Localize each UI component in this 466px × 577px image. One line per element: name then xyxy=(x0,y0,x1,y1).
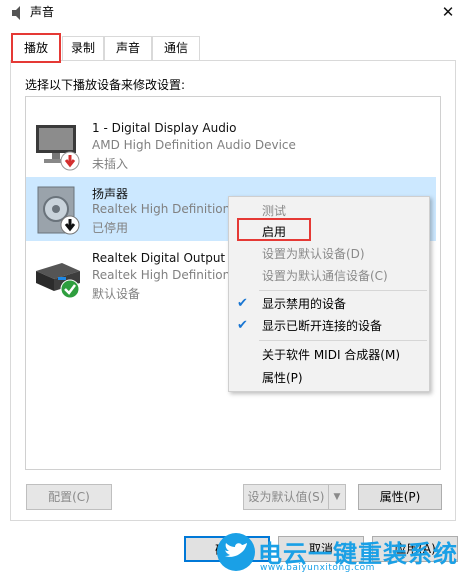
unplugged-arrow-icon xyxy=(60,151,80,171)
device-name: Realtek Digital Output xyxy=(92,251,226,265)
close-button[interactable]: ✕ xyxy=(430,0,466,24)
speaker-app-icon xyxy=(10,5,24,21)
tab-playback[interactable]: 播放 xyxy=(11,33,61,63)
menu-item-set-default-device[interactable]: 设置为默认设备(D) xyxy=(230,243,428,265)
menu-item-properties[interactable]: 属性(P) xyxy=(230,367,428,389)
set-default-button[interactable]: 设为默认值(S) xyxy=(243,484,329,510)
window-title: 声音 xyxy=(30,5,55,19)
menu-item-show-disabled[interactable]: ✔ 显示禁用的设备 xyxy=(230,293,428,315)
bird-logo-icon xyxy=(217,533,255,571)
instruction-text: 选择以下播放设备来修改设置: xyxy=(25,78,186,92)
menu-separator xyxy=(259,290,427,291)
close-icon: ✕ xyxy=(441,3,455,21)
device-description: AMD High Definition Audio Device xyxy=(92,138,296,152)
device-status: 未插入 xyxy=(92,157,129,171)
checkmark-icon: ✔ xyxy=(237,296,248,311)
properties-button[interactable]: 属性(P) xyxy=(358,484,442,510)
device-item-digital-display[interactable]: 1 - Digital Display Audio AMD High Defin… xyxy=(26,113,440,177)
device-status: 默认设备 xyxy=(92,287,141,301)
menu-separator xyxy=(259,340,427,341)
device-description: Realtek High Definition xyxy=(92,268,231,282)
set-default-dropdown-button[interactable]: ▼ xyxy=(328,484,346,510)
device-name: 扬声器 xyxy=(92,187,129,201)
tab-sounds[interactable]: 声音 xyxy=(104,36,152,60)
tab-communications[interactable]: 通信 xyxy=(152,36,200,60)
default-check-icon xyxy=(60,279,80,299)
menu-item-about-midi[interactable]: 关于软件 MIDI 合成器(M) xyxy=(230,344,428,366)
device-status: 已停用 xyxy=(92,221,129,235)
checkmark-icon: ✔ xyxy=(237,318,248,333)
device-name: 1 - Digital Display Audio xyxy=(92,121,237,135)
menu-item-label: 显示已断开连接的设备 xyxy=(262,319,383,333)
watermark: 电云一键重装系统 www.baiyunxitong.com xyxy=(216,530,466,577)
device-description: Realtek High Definition xyxy=(92,202,231,216)
disabled-arrow-icon xyxy=(60,215,80,235)
chevron-down-icon: ▼ xyxy=(333,492,341,502)
title-bar xyxy=(0,0,466,28)
watermark-url: www.baiyunxitong.com xyxy=(260,563,375,573)
enable-highlight-box xyxy=(237,218,311,241)
menu-item-label: 显示禁用的设备 xyxy=(262,297,347,311)
context-menu: 测试 启用 设置为默认设备(D) 设置为默认通信设备(C) ✔ 显示禁用的设备 … xyxy=(228,196,430,392)
menu-item-set-default-comm-device[interactable]: 设置为默认通信设备(C) xyxy=(230,265,428,287)
configure-button[interactable]: 配置(C) xyxy=(26,484,112,510)
tab-recording[interactable]: 录制 xyxy=(62,36,104,60)
menu-item-show-disconnected[interactable]: ✔ 显示已断开连接的设备 xyxy=(230,315,428,337)
